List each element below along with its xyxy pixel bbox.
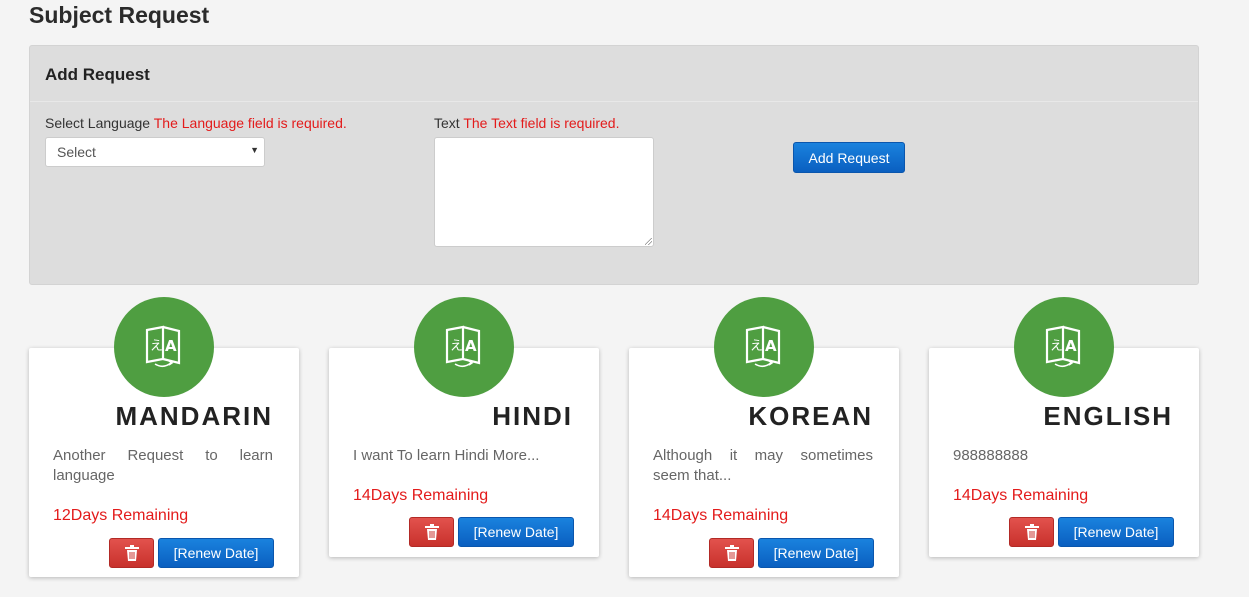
translate-icon: えA xyxy=(1045,325,1081,368)
svg-text:え: え xyxy=(150,339,163,354)
chevron-down-icon: ▼ xyxy=(250,145,259,155)
language-badge: えA xyxy=(1014,297,1114,397)
delete-button[interactable] xyxy=(1009,517,1054,547)
card-remaining: 14Days Remaining xyxy=(953,487,1089,504)
card-language-name: MANDARIN xyxy=(115,401,273,431)
translate-icon: えA xyxy=(145,325,181,368)
language-badge: えA xyxy=(114,297,214,397)
svg-text:え: え xyxy=(1050,339,1063,354)
card-remaining: 14Days Remaining xyxy=(353,487,489,504)
translate-icon: えA xyxy=(445,325,481,368)
card-language-name: ENGLISH xyxy=(1043,401,1173,431)
card-description: Another Request to learn language xyxy=(53,447,273,484)
renew-date-button[interactable]: [Renew Date] xyxy=(1058,517,1174,547)
resize-handle-icon[interactable] xyxy=(645,238,652,245)
svg-text:A: A xyxy=(765,337,777,355)
renew-date-button[interactable]: [Renew Date] xyxy=(158,538,274,568)
language-badge: えA xyxy=(714,297,814,397)
text-label: Text xyxy=(434,115,460,131)
language-label-row: Select Language The Language field is re… xyxy=(45,115,347,131)
card-description: 988888888 xyxy=(953,447,1029,464)
add-request-button[interactable]: Add Request xyxy=(793,142,905,173)
language-select-value: Select xyxy=(57,144,96,160)
svg-text:え: え xyxy=(450,339,463,354)
trash-icon xyxy=(725,545,739,561)
card-description: I want To learn Hindi More... xyxy=(353,447,540,464)
add-request-panel: Add Request Select Language The Language… xyxy=(29,45,1199,285)
trash-icon xyxy=(425,524,439,540)
delete-button[interactable] xyxy=(109,538,154,568)
text-label-row: Text The Text field is required. xyxy=(434,115,619,131)
panel-heading: Add Request xyxy=(30,46,1198,102)
svg-text:え: え xyxy=(750,339,763,354)
language-badge: えA xyxy=(414,297,514,397)
language-error: The Language field is required. xyxy=(153,115,347,131)
svg-text:A: A xyxy=(165,337,177,355)
language-label: Select Language xyxy=(45,115,151,131)
card-language-name: HINDI xyxy=(492,401,573,431)
language-select[interactable]: Select ▼ xyxy=(45,137,265,167)
renew-date-button[interactable]: [Renew Date] xyxy=(758,538,874,568)
card-remaining: 12Days Remaining xyxy=(53,507,189,524)
delete-button[interactable] xyxy=(709,538,754,568)
svg-text:A: A xyxy=(1065,337,1077,355)
card-remaining: 14Days Remaining xyxy=(653,507,789,524)
card-description: Although it may sometimes seem that... xyxy=(653,447,873,484)
page-title: Subject Request xyxy=(29,2,210,28)
card-language-name: KOREAN xyxy=(748,401,873,431)
trash-icon xyxy=(125,545,139,561)
svg-text:A: A xyxy=(465,337,477,355)
translate-icon: えA xyxy=(745,325,781,368)
trash-icon xyxy=(1025,524,1039,540)
delete-button[interactable] xyxy=(409,517,454,547)
text-input[interactable] xyxy=(434,137,654,247)
renew-date-button[interactable]: [Renew Date] xyxy=(458,517,574,547)
text-error: The Text field is required. xyxy=(463,115,620,131)
